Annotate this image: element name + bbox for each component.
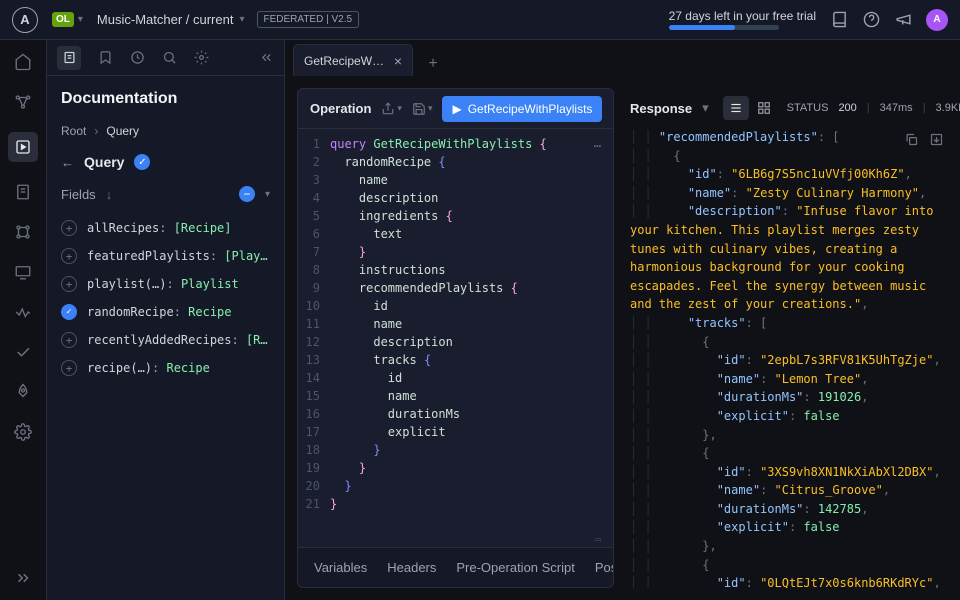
add-tab-button[interactable]: +: [421, 52, 445, 76]
status-code: 200: [838, 102, 856, 114]
response-panel: Response ▾ STATUS 200 | 347ms | 3.9: [626, 88, 948, 588]
left-nav-rail: [0, 40, 47, 600]
response-size: 3.9KB: [936, 102, 960, 114]
json-view-button[interactable]: [723, 96, 749, 120]
export-icon[interactable]: [929, 132, 944, 153]
play-icon: ▶: [452, 102, 461, 116]
chevron-right-icon: ›: [94, 124, 98, 138]
fields-label: Fields: [61, 187, 96, 202]
docs-tab-icon[interactable]: [57, 46, 81, 70]
field-item[interactable]: +allRecipes: [Recipe]: [47, 214, 284, 242]
checks-icon[interactable]: [13, 342, 33, 362]
sort-icon[interactable]: ↓: [106, 187, 113, 202]
back-arrow-icon[interactable]: ←: [61, 155, 74, 170]
plus-icon[interactable]: +: [61, 360, 77, 376]
field-item[interactable]: +featuredPlaylists: [Play…: [47, 242, 284, 270]
close-icon[interactable]: ×: [394, 53, 402, 69]
search-icon[interactable]: [161, 50, 177, 66]
home-icon[interactable]: [13, 52, 33, 72]
chevron-down-icon[interactable]: ▾: [265, 189, 270, 200]
book-icon[interactable]: [830, 11, 848, 29]
chevron-down-icon[interactable]: ▾: [78, 14, 83, 25]
operation-bottom-tab[interactable]: Pre-Operation Script: [456, 560, 575, 575]
graph-icon[interactable]: [13, 92, 33, 112]
share-icon[interactable]: ▾: [381, 102, 402, 116]
response-time: 347ms: [880, 102, 913, 114]
field-item[interactable]: +playlist(…): Playlist: [47, 270, 284, 298]
plus-icon[interactable]: +: [61, 220, 77, 236]
run-operation-button[interactable]: ▶ GetRecipeWithPlaylists: [442, 96, 602, 122]
launches-icon[interactable]: [13, 382, 33, 402]
response-title: Response: [630, 101, 692, 116]
topbar: A OL ▾ Music-Matcher / current ▾ FEDERAT…: [0, 0, 960, 40]
docs-panel: Documentation Root › Query ← Query ✓ Fie…: [47, 40, 285, 600]
check-icon[interactable]: ✓: [61, 304, 77, 320]
breadcrumb-root[interactable]: Root: [61, 124, 86, 138]
project-selector[interactable]: Music-Matcher / current ▾ FEDERATED | V2…: [97, 11, 359, 28]
variant-badge: FEDERATED | V2.5: [257, 11, 360, 28]
code-footer-indicator: ▭: [298, 533, 613, 547]
run-button-label: GetRecipeWithPlaylists: [468, 102, 593, 116]
docs-title: Documentation: [61, 90, 270, 108]
operation-title: Operation: [310, 101, 371, 116]
copy-icon[interactable]: [904, 132, 919, 153]
bookmark-icon[interactable]: [97, 50, 113, 66]
code-editor[interactable]: ⋯ 123456789101112131415161718192021 quer…: [298, 129, 613, 533]
plus-icon[interactable]: +: [61, 276, 77, 292]
query-type-label: Query: [84, 154, 124, 170]
clients-icon[interactable]: [13, 262, 33, 282]
trial-progress: [669, 25, 779, 30]
deselect-all-icon[interactable]: −: [239, 186, 255, 202]
megaphone-icon[interactable]: [894, 11, 912, 29]
chevron-down-icon[interactable]: ▾: [702, 100, 709, 116]
operation-panel: Operation ▾ ▾ ▶ GetRecipeWithPlaylists ⋯…: [297, 88, 614, 588]
chevron-down-icon: ▾: [239, 14, 244, 25]
response-json[interactable]: │ │ "recommendedPlaylists": [ │ │ { │ │ …: [630, 128, 948, 588]
editor-tabs: GetRecipeWit… × +: [285, 40, 960, 76]
editor-tab[interactable]: GetRecipeWit… ×: [293, 44, 413, 76]
help-icon[interactable]: [862, 11, 880, 29]
field-item[interactable]: +recentlyAddedRecipes: [R…: [47, 326, 284, 354]
field-item[interactable]: +recipe(…): Recipe: [47, 354, 284, 382]
plus-icon[interactable]: +: [61, 248, 77, 264]
tab-label: GetRecipeWit…: [304, 54, 386, 68]
project-path: Music-Matcher / current: [97, 12, 234, 27]
settings-icon[interactable]: [13, 422, 33, 442]
kebab-menu-icon[interactable]: ⋯: [594, 137, 601, 155]
breadcrumb: Root › Query: [47, 116, 284, 146]
plus-icon[interactable]: +: [61, 332, 77, 348]
history-icon[interactable]: [129, 50, 145, 66]
explorer-icon[interactable]: [8, 132, 38, 162]
user-avatar[interactable]: A: [926, 9, 948, 31]
operation-bottom-tab[interactable]: Headers: [387, 560, 436, 575]
subgraph-icon[interactable]: [13, 222, 33, 242]
apollo-logo[interactable]: A: [12, 7, 38, 33]
operation-bottom-tab[interactable]: Variables: [314, 560, 367, 575]
trial-text: 27 days left in your free trial: [669, 9, 816, 23]
check-badge-icon: ✓: [134, 154, 150, 170]
breadcrumb-current: Query: [106, 124, 139, 138]
gear-icon[interactable]: [193, 50, 209, 66]
docs-toolbar: [47, 40, 284, 76]
table-view-button[interactable]: [751, 96, 777, 120]
trial-status: 27 days left in your free trial: [669, 9, 816, 30]
org-badge[interactable]: OL: [52, 12, 74, 27]
field-item[interactable]: ✓randomRecipe: Recipe: [47, 298, 284, 326]
status-label: STATUS: [787, 102, 829, 114]
field-list: +allRecipes: [Recipe]+featuredPlaylists:…: [47, 210, 284, 386]
operation-bottom-tabs: Variables Headers Pre-Operation Script Post…: [298, 547, 613, 587]
collapse-panel-icon[interactable]: [258, 50, 274, 66]
operation-bottom-tab[interactable]: Post-Ope: [595, 560, 613, 575]
schema-icon[interactable]: [13, 182, 33, 202]
save-icon[interactable]: ▾: [412, 102, 433, 116]
expand-rail-icon[interactable]: [13, 568, 33, 588]
insights-icon[interactable]: [13, 302, 33, 322]
